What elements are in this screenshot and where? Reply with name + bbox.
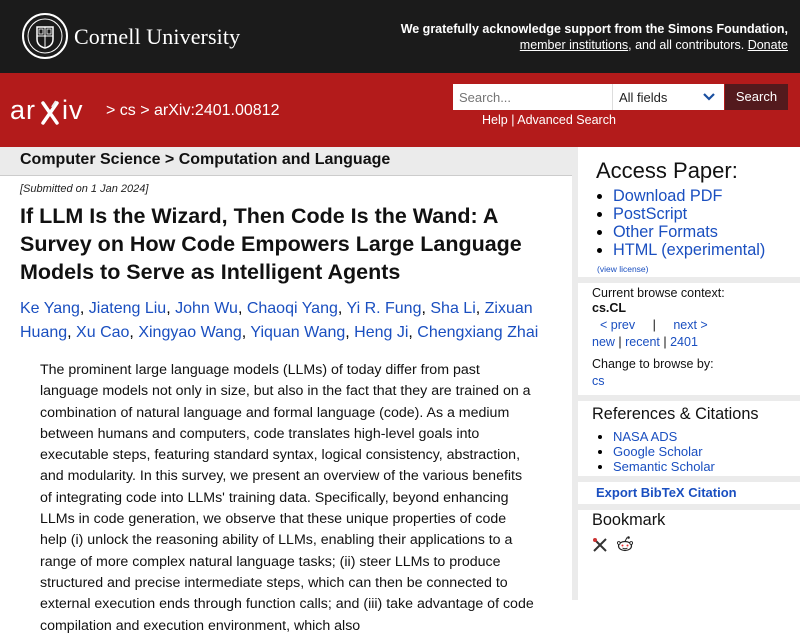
view-license-link[interactable]: (view license) <box>597 264 649 274</box>
access-link-item: Download PDF <box>613 187 765 205</box>
access-link-item: PostScript <box>613 205 765 223</box>
bookmark-icons <box>592 535 634 558</box>
prev-next-nav: < prev | next > <box>600 318 708 332</box>
breadcrumb-prefix: > <box>106 102 120 119</box>
author-link[interactable]: Xingyao Wang <box>138 324 241 341</box>
access-links: Download PDF PostScript Other Formats HT… <box>596 187 765 259</box>
ref-link-item: Semantic Scholar <box>613 459 715 474</box>
nasa-ads-link[interactable]: NASA ADS <box>613 429 677 444</box>
divider <box>578 476 800 482</box>
next-link[interactable]: next > <box>673 318 707 332</box>
reddit-icon[interactable] <box>616 535 634 553</box>
author-link[interactable]: Jiateng Liu <box>89 300 166 317</box>
help-link[interactable]: Help <box>482 113 508 127</box>
author-link[interactable]: Sha Li <box>430 300 475 317</box>
author-link[interactable]: Ke Yang <box>20 300 80 317</box>
author-link[interactable]: Heng Ji <box>354 324 408 341</box>
divider <box>578 395 800 401</box>
download-pdf-link[interactable]: Download PDF <box>613 187 723 205</box>
subject-bar: Computer Science > Computation and Langu… <box>0 147 572 176</box>
month-list-link[interactable]: 2401 <box>670 335 698 349</box>
author-link[interactable]: Xu Cao <box>76 324 129 341</box>
sidebar: Access Paper: Download PDF PostScript Ot… <box>572 147 800 600</box>
author-link[interactable]: Chaoqi Yang <box>247 300 338 317</box>
search-input[interactable] <box>453 84 612 110</box>
browse-cs-link[interactable]: cs <box>592 374 605 388</box>
access-paper-heading: Access Paper: <box>596 158 738 183</box>
breadcrumb-cs[interactable]: cs <box>120 102 136 119</box>
ack-line-1: We gratefully acknowledge support from t… <box>400 22 788 36</box>
export-bibtex-link[interactable]: Export BibTeX Citation <box>596 485 737 500</box>
recent-link[interactable]: recent <box>625 335 660 349</box>
divider <box>578 504 800 510</box>
references-links: NASA ADS Google Scholar Semantic Scholar <box>596 429 715 474</box>
breadcrumb-paper-id: arXiv:2401.00812 <box>154 102 280 119</box>
list-nav: new | recent | 2401 <box>592 335 698 349</box>
chevron-down-icon <box>703 93 715 101</box>
arxiv-header: ar iv > cs > arXiv:2401.00812 All fields… <box>0 73 800 147</box>
author-link[interactable]: Chengxiang Zhai <box>417 324 538 341</box>
browse-context-label: Current browse context: <box>592 286 725 300</box>
help-links: Help | Advanced Search <box>482 113 616 127</box>
donate-link[interactable]: Donate <box>748 38 788 52</box>
subject-heading: Computer Science > Computation and Langu… <box>20 151 391 168</box>
divider <box>578 277 800 283</box>
ref-link-item: Google Scholar <box>613 444 715 459</box>
search-button[interactable]: Search <box>725 84 788 110</box>
author-link[interactable]: Yiquan Wang <box>250 324 345 341</box>
advanced-search-link[interactable]: Advanced Search <box>517 113 616 127</box>
access-link-item: HTML (experimental) <box>613 241 765 259</box>
ack-line-2: member institutions, and all contributor… <box>401 37 788 53</box>
browse-context-value: cs.CL <box>592 301 627 315</box>
search-field-value: All fields <box>619 90 668 105</box>
bibsonomy-icon[interactable] <box>592 537 608 553</box>
references-heading: References & Citations <box>592 405 759 423</box>
nav-pipe: | <box>652 318 656 332</box>
cornell-seal-icon[interactable] <box>22 13 68 59</box>
change-browse-label: Change to browse by: <box>592 357 714 371</box>
ack-rest: , and all contributors. <box>628 38 745 52</box>
breadcrumb: > cs > arXiv:2401.00812 <box>106 102 279 120</box>
support-acknowledgement: We gratefully acknowledge support from t… <box>401 21 788 53</box>
html-experimental-link[interactable]: HTML (experimental) <box>613 241 765 259</box>
svg-text:ar: ar <box>10 97 36 125</box>
submitted-date: [Submitted on 1 Jan 2024] <box>20 183 149 195</box>
arxiv-logo[interactable]: ar iv <box>10 95 102 132</box>
help-sep: | <box>507 113 518 127</box>
postscript-link[interactable]: PostScript <box>613 205 687 223</box>
author-list: Ke Yang, Jiateng Liu, John Wu, Chaoqi Ya… <box>20 300 539 341</box>
paper-title: If LLM Is the Wizard, Then Code Is the W… <box>20 204 522 284</box>
author-link[interactable]: Yi R. Fung <box>346 300 421 317</box>
browse-by-cs-link: cs <box>592 374 605 388</box>
breadcrumb-sep: > <box>135 102 155 119</box>
other-formats-link[interactable]: Other Formats <box>613 223 718 241</box>
prev-link[interactable]: < prev <box>600 318 635 332</box>
member-institutions-link[interactable]: member institutions <box>520 38 628 52</box>
bookmark-heading: Bookmark <box>592 511 666 529</box>
author-link[interactable]: John Wu <box>175 300 238 317</box>
cornell-university-name[interactable]: Cornell University <box>74 24 240 50</box>
search-field-select[interactable]: All fields <box>612 84 724 110</box>
abstract-text: The prominent large language models (LLM… <box>40 362 534 634</box>
cornell-header: Cornell University We gratefully acknowl… <box>0 0 800 73</box>
semantic-scholar-link[interactable]: Semantic Scholar <box>613 459 715 474</box>
svg-text:iv: iv <box>62 97 84 125</box>
google-scholar-link[interactable]: Google Scholar <box>613 444 703 459</box>
new-link[interactable]: new <box>592 335 615 349</box>
access-link-item: Other Formats <box>613 223 765 241</box>
ref-link-item: NASA ADS <box>613 429 715 444</box>
